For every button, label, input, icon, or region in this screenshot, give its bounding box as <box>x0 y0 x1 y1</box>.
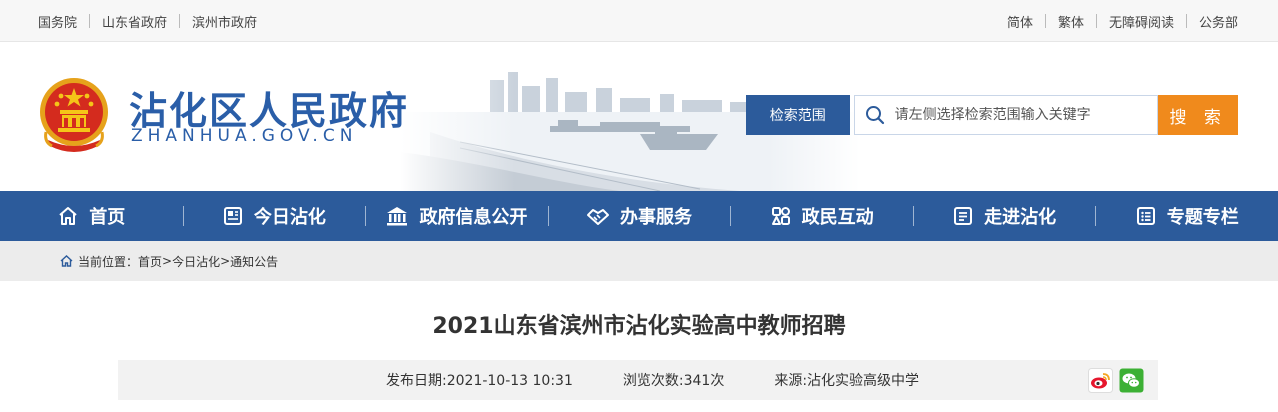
list-icon <box>1136 207 1155 225</box>
breadcrumb-today[interactable]: 今日沾化 <box>172 253 220 270</box>
view-count: 浏览次数:341次 <box>622 373 725 389</box>
link-simplified[interactable]: 简体 <box>1007 12 1033 31</box>
divider <box>89 14 91 28</box>
article-title: 2021山东省滨州市沾化实验高中教师招聘 <box>432 314 846 339</box>
nav-item-about[interactable]: 走进沾化 <box>912 191 1096 241</box>
search-input[interactable] <box>894 107 1145 123</box>
newspaper-icon <box>223 207 242 225</box>
nav-item-services[interactable]: 办事服务 <box>547 191 731 241</box>
home-icon <box>60 255 73 267</box>
search-icon <box>855 96 895 134</box>
link-civil-service[interactable]: 公务部 <box>1199 12 1238 31</box>
nav-item-label: 首页 <box>89 207 126 228</box>
share-buttons <box>1088 368 1144 393</box>
search-box <box>853 95 1159 135</box>
search-bar: 检索范围 搜 索 <box>746 95 1238 135</box>
divider <box>1185 14 1187 28</box>
divider <box>1095 14 1097 28</box>
wechat-icon[interactable] <box>1119 368 1144 393</box>
link-traditional[interactable]: 繁体 <box>1058 12 1084 31</box>
top-bar: 国务院 山东省政府 滨州市政府 简体 繁体 无障碍阅读 公务部 <box>0 0 1278 42</box>
breadcrumb-separator: > <box>162 254 173 268</box>
article-meta-info: 发布日期:2021-10-13 10:31 浏览次数:341次 来源:沾化实验高… <box>386 360 919 400</box>
handshake-icon <box>587 209 610 225</box>
link-accessible-reading[interactable]: 无障碍阅读 <box>1109 12 1174 31</box>
nav-item-gov-info[interactable]: 政府信息公开 <box>365 191 548 241</box>
breadcrumb-notices[interactable]: 通知公告 <box>230 253 278 270</box>
breadcrumb-prefix: 当前位置： <box>78 254 139 269</box>
interaction-icon <box>771 207 790 225</box>
nav-item-label: 办事服务 <box>620 207 693 228</box>
link-binzhou-gov[interactable]: 滨州市政府 <box>192 12 257 31</box>
breadcrumb-bar: 当前位置： 首页 > 今日沾化 > 通知公告 <box>0 241 1278 281</box>
nav-item-label: 政民互动 <box>801 207 874 228</box>
search-scope-selector[interactable]: 检索范围 <box>746 95 850 135</box>
breadcrumb-separator: > <box>220 254 231 268</box>
divider <box>1044 14 1046 28</box>
government-building-icon <box>387 207 408 226</box>
site-header: 沾化区人民政府 ZHANHUA.GOV.CN 检索范围 搜 索 <box>0 42 1278 191</box>
nav-item-interaction[interactable]: 政民互动 <box>730 191 913 241</box>
top-links-left: 国务院 山东省政府 滨州市政府 <box>38 0 257 42</box>
national-emblem-logo <box>40 78 108 152</box>
info-card-icon <box>954 207 973 225</box>
article-meta-bar: 发布日期:2021-10-13 10:31 浏览次数:341次 来源:沾化实验高… <box>118 360 1158 400</box>
weibo-icon[interactable] <box>1088 368 1113 393</box>
search-button[interactable]: 搜 索 <box>1158 95 1238 135</box>
article-source: 来源:沾化实验高级中学 <box>774 373 920 389</box>
nav-item-label: 今日沾化 <box>253 207 326 228</box>
link-shandong-gov[interactable]: 山东省政府 <box>102 12 167 31</box>
nav-item-special-topics[interactable]: 专题专栏 <box>1095 191 1278 241</box>
nav-item-home[interactable]: 首页 <box>0 191 183 241</box>
nav-item-label: 走进沾化 <box>984 207 1057 228</box>
site-domain: ZHANHUA.GOV.CN <box>131 126 358 146</box>
nav-item-today[interactable]: 今日沾化 <box>182 191 366 241</box>
link-state-council[interactable]: 国务院 <box>38 12 77 31</box>
breadcrumb: 当前位置： 首页 > 今日沾化 > 通知公告 <box>60 241 278 281</box>
breadcrumb-home[interactable]: 首页 <box>138 253 162 270</box>
main-nav: 首页 今日沾化 政府信息公开 办事服务 政民互动 走进沾化 专题专栏 <box>0 191 1278 241</box>
home-icon <box>59 207 77 225</box>
nav-item-label: 政府信息公开 <box>419 207 528 228</box>
nav-item-label: 专题专栏 <box>1166 207 1239 228</box>
publish-date: 发布日期:2021-10-13 10:31 <box>386 373 573 389</box>
top-links-right: 简体 繁体 无障碍阅读 公务部 <box>1007 0 1238 42</box>
divider <box>179 14 181 28</box>
